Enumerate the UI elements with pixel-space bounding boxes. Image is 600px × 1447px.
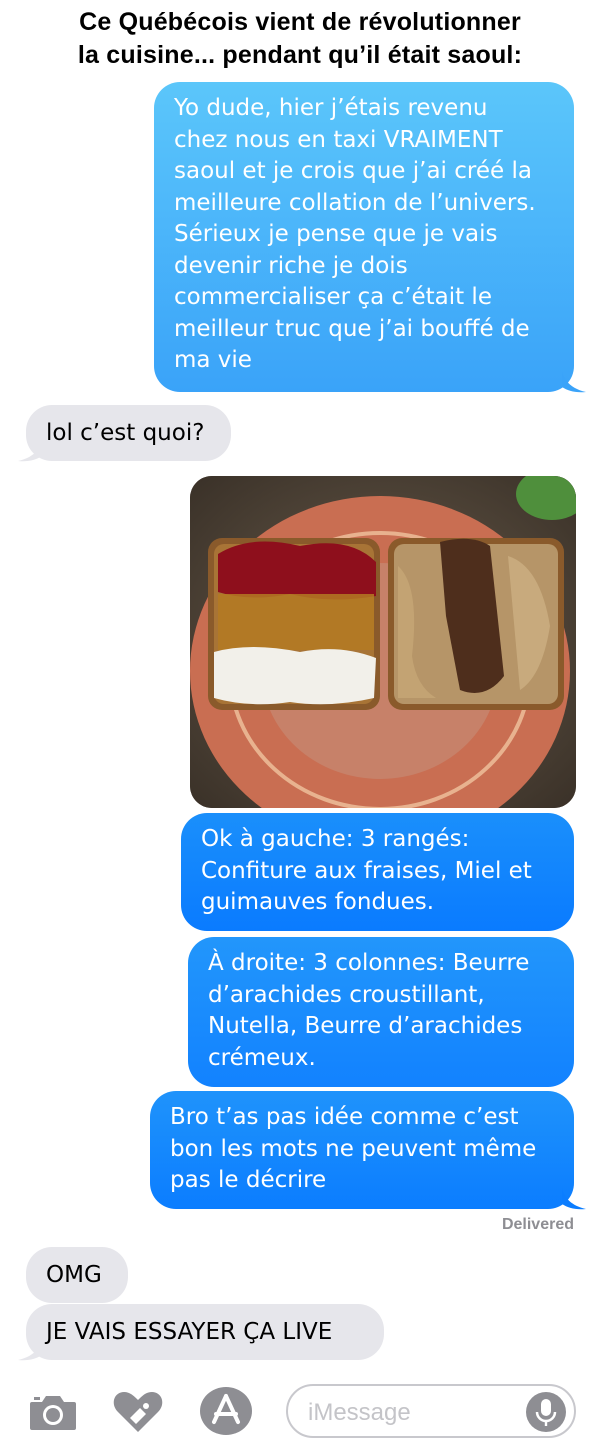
message-bubble-sent-3[interactable]: À droite: 3 colonnes: Beurre d’arachides…	[188, 937, 574, 1087]
imessage-input[interactable]	[306, 1394, 520, 1432]
message-bubble-sent-2[interactable]: Ok à gauche: 3 rangés: Confiture aux fra…	[181, 813, 574, 931]
message-line: pas le décrire	[170, 1167, 327, 1193]
message-bubble-received-3[interactable]: JE VAIS ESSAYER ÇA LIVE	[26, 1304, 384, 1360]
bubble-tail-received	[18, 1339, 42, 1361]
message-bubble-received-2[interactable]: OMG	[26, 1247, 128, 1303]
message-line: chez nous en taxi VRAIMENT	[174, 126, 503, 153]
bubble-tail-received	[18, 440, 42, 462]
imessage-input-field[interactable]	[286, 1384, 576, 1438]
microphone-button[interactable]	[526, 1392, 566, 1432]
bubble-tail-sent	[562, 371, 586, 393]
delivered-status: Delivered	[501, 1216, 574, 1233]
message-line: guimauves fondues.	[201, 889, 435, 915]
message-bubble-received-1[interactable]: lol c’est quoi?	[26, 405, 231, 461]
message-line: Confiture aux fraises, Miel et	[201, 857, 532, 884]
message-bubble-sent-1[interactable]: Yo dude, hier j’étais revenu chez nous e…	[154, 82, 574, 392]
message-line: Yo dude, hier j’étais revenu	[174, 95, 488, 121]
message-line: saoul et je crois que j’ai créé la	[174, 158, 532, 184]
digital-touch-heart-icon[interactable]	[112, 1388, 164, 1434]
headline: Ce Québécois vient de révolutionner la c…	[0, 6, 600, 72]
headline-line-1: Ce Québécois vient de révolutionner	[79, 8, 521, 36]
bubble-tail-sent	[562, 1188, 586, 1210]
microphone-icon	[535, 1399, 557, 1426]
message-line: Ok à gauche: 3 rangés:	[201, 826, 470, 852]
message-line: Bro t’as pas idée comme c’est	[170, 1104, 519, 1130]
message-line: Sérieux je pense que je vais	[174, 221, 498, 247]
message-line: devenir riche je dois	[174, 252, 408, 279]
message-line: meilleur truc que j’ai bouffé de	[174, 315, 530, 342]
headline-line-2: la cuisine... pendant qu’il était saoul:	[77, 41, 523, 69]
message-bubble-sent-4[interactable]: Bro t’as pas idée comme c’est bon les mo…	[150, 1091, 574, 1209]
message-line: d’arachides croustillant,	[208, 981, 485, 1008]
message-line: crémeux.	[208, 1044, 316, 1071]
message-line: À droite: 3 colonnes: Beurre	[208, 950, 530, 976]
message-line: Nutella, Beurre d’arachides	[208, 1013, 523, 1039]
message-line: OMG	[46, 1262, 102, 1288]
message-line: meilleure collation de l’univers.	[174, 189, 536, 216]
message-line: bon les mots ne peuvent même	[170, 1135, 537, 1162]
message-line: JE VAIS ESSAYER ÇA LIVE	[46, 1319, 333, 1345]
message-line: commercialiser ça c’était le	[174, 284, 492, 310]
message-line: lol c’est quoi?	[46, 420, 205, 446]
photo-message[interactable]	[190, 476, 576, 808]
camera-icon[interactable]	[28, 1392, 78, 1432]
sandwich-photo	[190, 476, 576, 808]
app-store-icon[interactable]	[198, 1386, 254, 1436]
message-line: ma vie	[174, 347, 252, 373]
